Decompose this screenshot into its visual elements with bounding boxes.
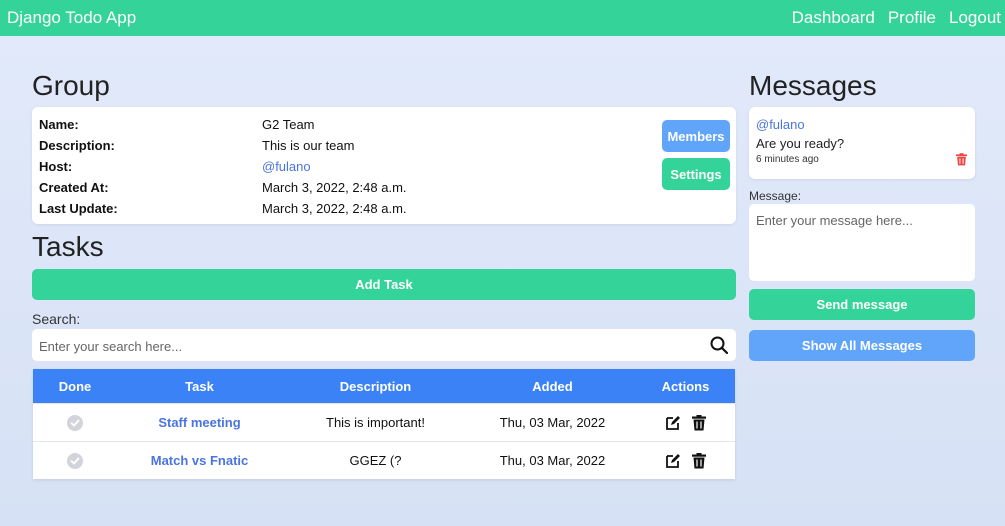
task-link[interactable]: Staff meeting [158, 415, 240, 430]
table-row: Staff meeting This is important! Thu, 03… [33, 403, 735, 442]
group-description-label: Description: [39, 138, 115, 153]
brand-logo-text[interactable]: Django Todo App [7, 8, 136, 28]
column-header-task: Task [117, 369, 282, 404]
message-time: 6 minutes ago [756, 154, 819, 165]
tasks-heading: Tasks [32, 231, 104, 262]
trash-icon[interactable] [688, 452, 710, 469]
task-added-date: Thu, 03 Mar, 2022 [469, 441, 636, 479]
group-created-value: March 3, 2022, 2:48 a.m. [262, 180, 407, 195]
nav-profile-link[interactable]: Profile [888, 8, 936, 28]
trash-icon[interactable] [688, 414, 710, 431]
task-actions [636, 441, 735, 479]
nav-logout-link[interactable]: Logout [949, 8, 1001, 28]
message-user-link[interactable]: @fulano [756, 117, 805, 132]
task-link[interactable]: Match vs Fnatic [151, 453, 249, 468]
group-name-label: Name: [39, 117, 79, 132]
group-description-value: This is our team [262, 138, 355, 153]
tasks-table: Done Task Description Added Actions Staf… [33, 369, 735, 479]
message-label: Message: [749, 189, 802, 203]
group-created-label: Created At: [39, 180, 109, 195]
search-placeholder: Enter your search here... [39, 339, 183, 354]
members-button[interactable]: Members [662, 120, 730, 152]
edit-icon[interactable] [661, 414, 685, 430]
column-header-actions: Actions [636, 369, 735, 404]
message-text: Are you ready? [756, 136, 845, 151]
column-header-description: Description [282, 369, 469, 404]
message-placeholder: Enter your message here... [756, 213, 913, 228]
group-name-value: G2 Team [262, 117, 315, 132]
delete-message-icon[interactable] [956, 153, 967, 171]
tasks-table-header: Done Task Description Added Actions [33, 369, 735, 404]
show-all-messages-button[interactable]: Show All Messages [749, 330, 975, 361]
search-label: Search: [32, 311, 81, 327]
edit-icon[interactable] [661, 452, 685, 468]
nav-dashboard-link[interactable]: Dashboard [792, 8, 875, 28]
add-task-button[interactable]: Add Task [32, 269, 736, 300]
group-updated-value: March 3, 2022, 2:48 a.m. [262, 201, 407, 216]
search-icon[interactable] [710, 336, 729, 357]
column-header-done: Done [33, 369, 117, 404]
navbar: Django Todo App Dashboard Profile Logout [0, 0, 1005, 36]
group-host-label: Host: [39, 159, 73, 174]
task-actions [636, 403, 735, 442]
nav-links: Dashboard Profile Logout [792, 8, 1001, 28]
settings-button[interactable]: Settings [662, 158, 730, 190]
messages-heading: Messages [749, 70, 877, 101]
group-updated-label: Last Update: [39, 201, 118, 216]
done-check-icon[interactable] [67, 414, 83, 431]
group-heading: Group [32, 70, 110, 101]
task-description: This is important! [282, 403, 469, 442]
task-description: GGEZ (? [282, 441, 469, 479]
done-check-icon[interactable] [67, 452, 83, 469]
message-card: @fulano Are you ready? 6 minutes ago [749, 107, 975, 179]
send-message-button[interactable]: Send message [749, 289, 975, 320]
group-host-link[interactable]: @fulano [262, 159, 311, 174]
table-row: Match vs Fnatic GGEZ (? Thu, 03 Mar, 202… [33, 441, 735, 479]
group-info-card: Name: G2 Team Description: This is our t… [32, 107, 736, 224]
search-input[interactable]: Enter your search here... [32, 329, 736, 361]
task-added-date: Thu, 03 Mar, 2022 [469, 403, 636, 442]
column-header-added: Added [469, 369, 636, 404]
message-textarea[interactable]: Enter your message here... [749, 204, 975, 281]
